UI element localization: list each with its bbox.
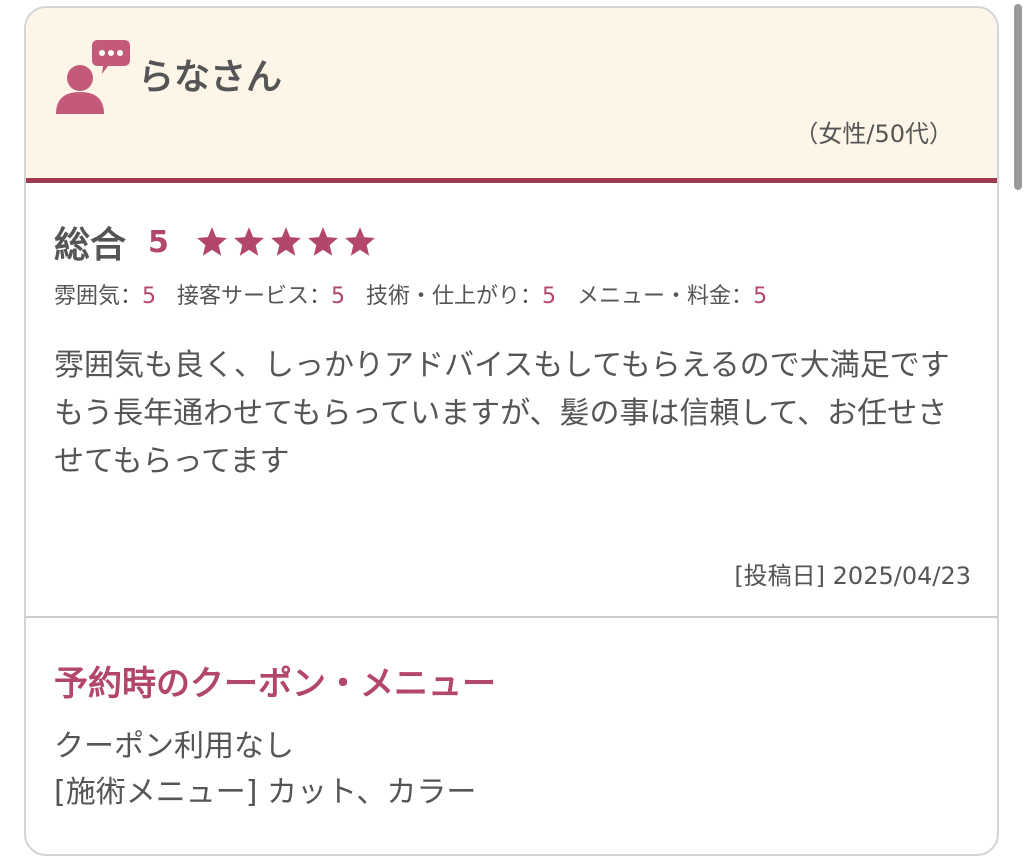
sub-rating-label: 雰囲気： [54, 284, 143, 309]
sub-rating-technique: 技術・仕上がり：5 [366, 284, 556, 309]
sub-ratings: 雰囲気：5 接客サービス：5 技術・仕上がり：5 メニュー・料金：5 [54, 278, 781, 310]
review-paragraph: 雰囲気も良く、しっかりアドバイスもしてもらえるので大満足です [54, 348, 950, 383]
review-paragraph: もう長年通わせてもらっていますが、髪の事は信頼して、お任せさせてもらってます [54, 396, 948, 479]
sub-rating-value: 5 [142, 284, 157, 309]
coupon-line: クーポン利用なし [54, 729, 294, 764]
overall-rating: 総合 5 [54, 216, 380, 268]
overall-score: 5 [148, 224, 169, 260]
reviewer-demographic: （女性/50代） [794, 120, 953, 148]
sub-rating-value: 5 [753, 284, 768, 309]
review-card: らなさん （女性/50代） 総合 5 雰囲気：5 接客サービス：5 技術・仕上が… [24, 6, 999, 856]
sub-rating-atmosphere: 雰囲気：5 [54, 284, 156, 309]
reviewer-name: らなさん [138, 57, 283, 98]
overall-label: 総合 [54, 225, 127, 266]
post-date: [投稿日] 2025/04/23 [734, 562, 971, 590]
review-header: らなさん （女性/50代） [26, 8, 997, 183]
star-icon [308, 227, 338, 256]
review-body: 雰囲気も良く、しっかりアドバイスもしてもらえるので大満足です もう長年通わせても… [54, 342, 974, 486]
star-icon [197, 227, 227, 256]
section-divider [26, 616, 997, 618]
star-rating [195, 225, 380, 259]
sub-rating-service: 接客サービス：5 [177, 284, 345, 309]
menu-line: [施術メニュー] カット、カラー [54, 775, 477, 810]
user-speech-bubble-icon [56, 40, 130, 114]
coupon-details: クーポン利用なし [施術メニュー] カット、カラー [54, 724, 476, 816]
sub-rating-price: メニュー・料金：5 [577, 284, 767, 309]
sub-rating-label: メニュー・料金： [577, 284, 754, 309]
coupon-section-title: 予約時のクーポン・メニュー [54, 664, 496, 704]
star-icon [345, 227, 375, 256]
sub-rating-value: 5 [542, 284, 557, 309]
scrollbar[interactable] [1014, 4, 1022, 190]
sub-rating-label: 接客サービス： [177, 284, 332, 309]
star-icon [234, 227, 264, 256]
sub-rating-value: 5 [331, 284, 346, 309]
star-icon [271, 227, 301, 256]
sub-rating-label: 技術・仕上がり： [366, 284, 543, 309]
